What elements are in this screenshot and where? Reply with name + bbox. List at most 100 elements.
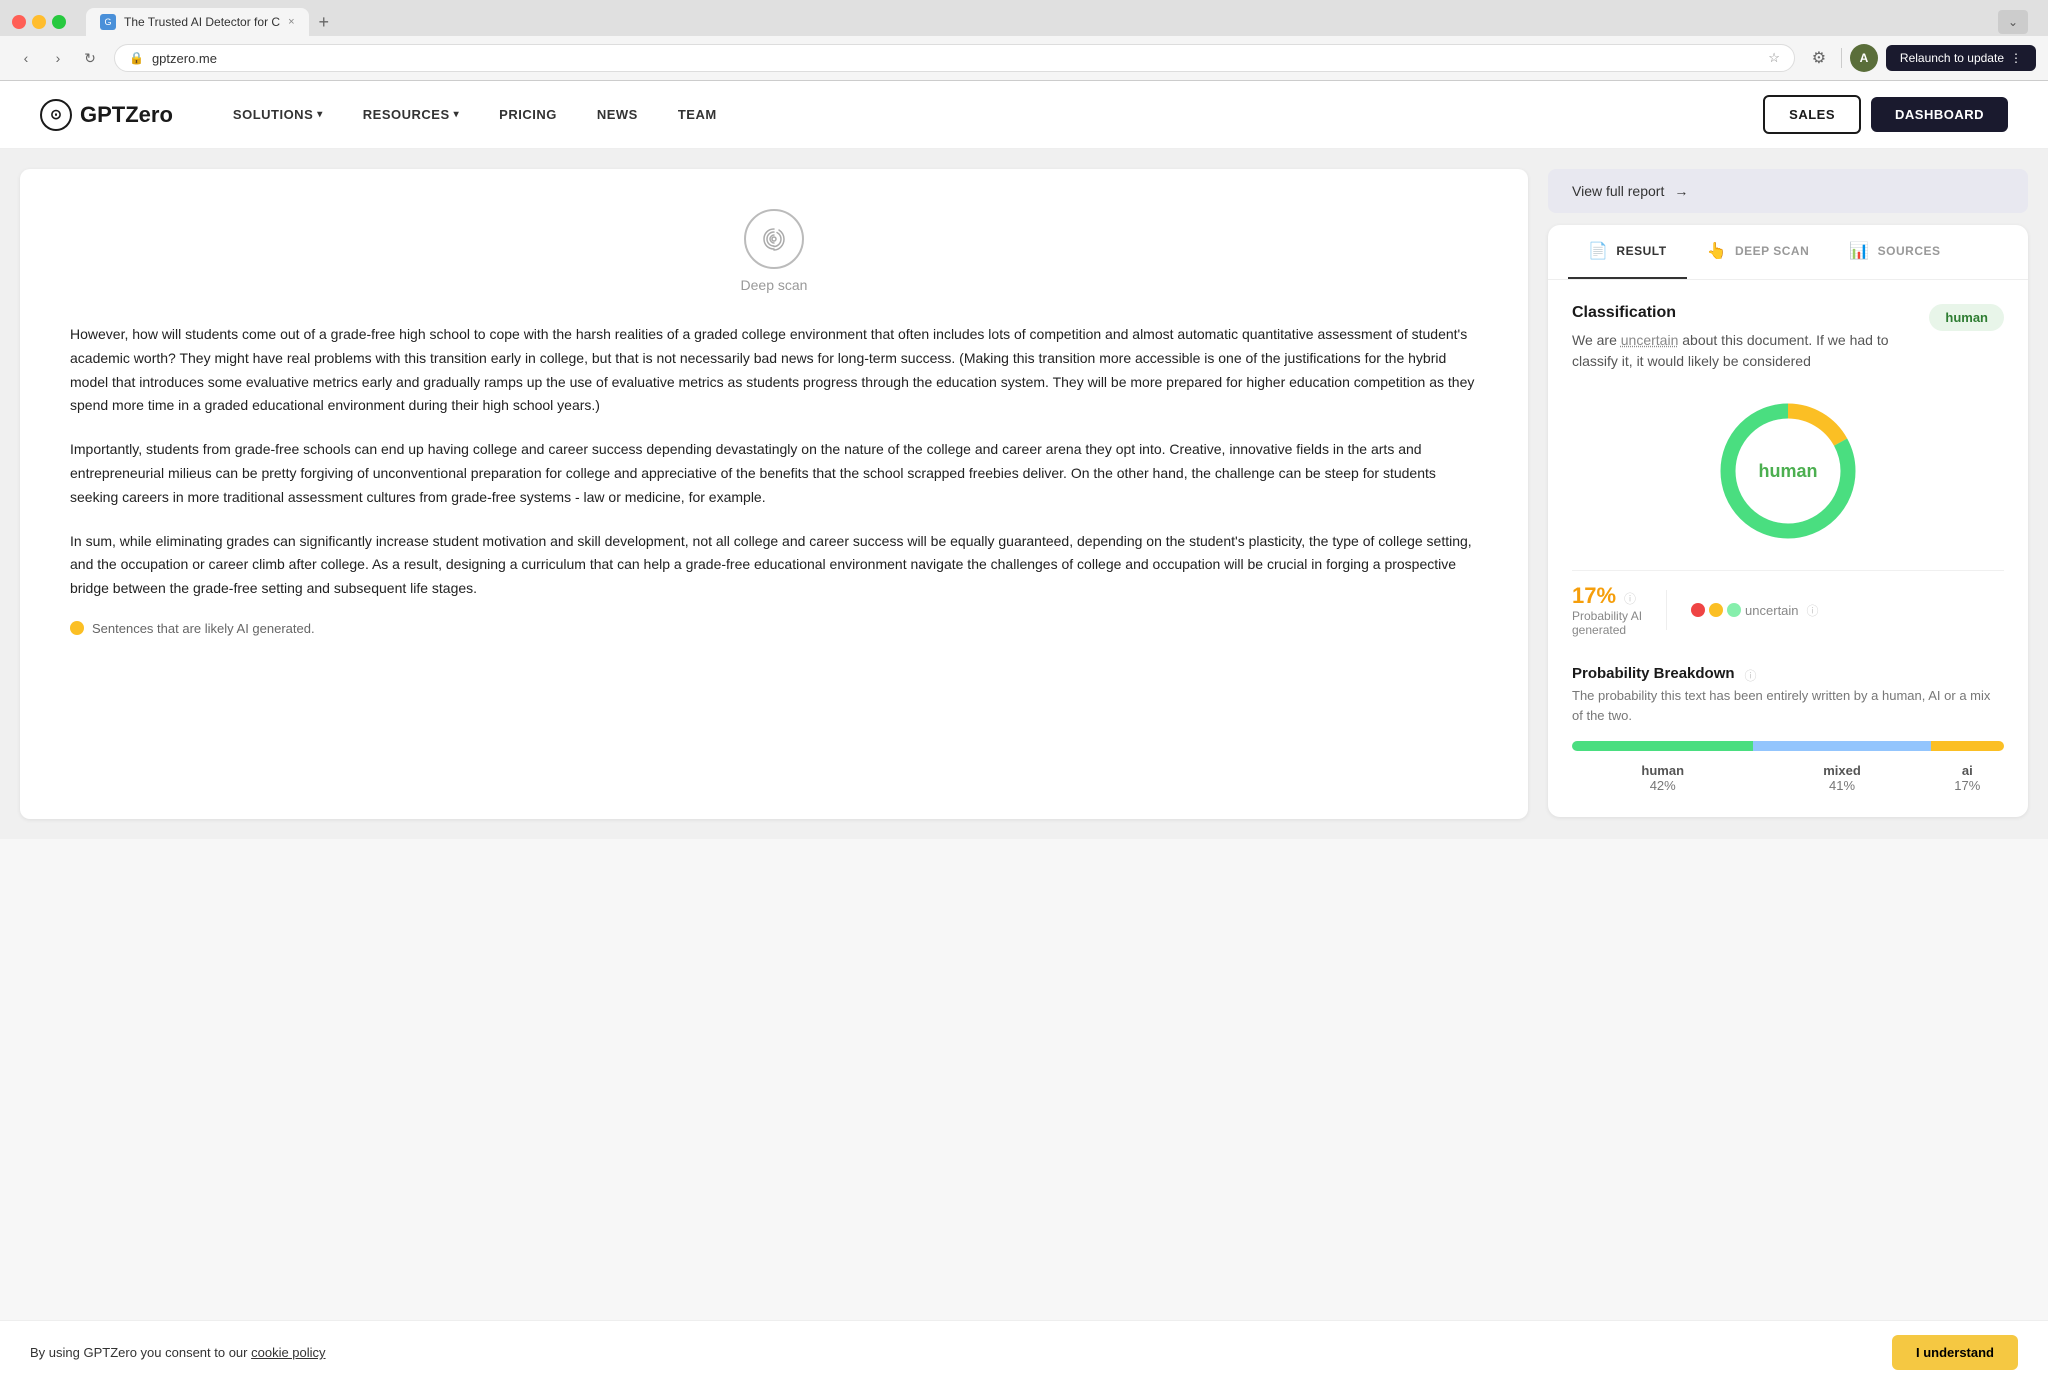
chevron-down-icon: ⌄ xyxy=(2008,15,2018,29)
result-body: human Classification We are uncertain ab… xyxy=(1548,280,2028,817)
browser-chrome: G The Trusted AI Detector for C × + ⌄ ‹ … xyxy=(0,0,2048,81)
tab-result[interactable]: 📄 RESULT xyxy=(1568,225,1687,279)
probability-bar xyxy=(1572,741,2004,751)
main-content: Deep scan However, how will students com… xyxy=(0,149,2048,839)
tab-sources[interactable]: 📊 SOURCES xyxy=(1829,225,1960,279)
mixed-label: mixed 41% xyxy=(1753,763,1930,793)
close-window-button[interactable] xyxy=(12,15,26,29)
page: ⊙ GPTZero SOLUTIONS ▾ RESOURCES ▾ PRICIN… xyxy=(0,81,2048,1365)
address-bar[interactable]: 🔒 gptzero.me ☆ xyxy=(114,44,1795,72)
site-nav: ⊙ GPTZero SOLUTIONS ▾ RESOURCES ▾ PRICIN… xyxy=(0,81,2048,149)
mixed-bar xyxy=(1753,741,1930,751)
human-label: human 42% xyxy=(1572,763,1753,793)
sales-button[interactable]: SALES xyxy=(1763,95,1861,134)
cookie-text: By using GPTZero you consent to our cook… xyxy=(30,1345,326,1360)
uncertainty-info-icon[interactable]: ⓘ xyxy=(1807,602,1819,619)
minimize-window-button[interactable] xyxy=(32,15,46,29)
stat-divider xyxy=(1666,590,1667,630)
nav-bar: ‹ › ↻ 🔒 gptzero.me ☆ ⚙ A Relaunch to upd… xyxy=(0,36,2048,80)
cookie-policy-link[interactable]: cookie policy xyxy=(251,1345,325,1360)
nav-pricing[interactable]: PRICING xyxy=(479,81,577,149)
logo-link[interactable]: ⊙ GPTZero xyxy=(40,99,173,131)
view-full-report-button[interactable]: View full report → xyxy=(1548,169,2028,213)
new-tab-button[interactable]: + xyxy=(313,12,336,33)
result-tab-label: RESULT xyxy=(1616,244,1666,258)
mixed-label-pct: 41% xyxy=(1829,778,1855,793)
browser-menu[interactable]: ⌄ xyxy=(1998,10,2028,34)
cookie-banner: By using GPTZero you consent to our cook… xyxy=(0,1320,2048,1384)
probability-breakdown: Probability Breakdown ⓘ The probability … xyxy=(1572,665,2004,793)
donut-chart: human xyxy=(1572,396,2004,546)
relaunch-label: Relaunch to update xyxy=(1900,51,2004,65)
forward-button[interactable]: › xyxy=(44,44,72,72)
ai-label-pct: 17% xyxy=(1954,778,1980,793)
logo-icon: ⊙ xyxy=(40,99,72,131)
result-card: 📄 RESULT 👆 DEEP SCAN 📊 SOURCES xyxy=(1548,225,2028,817)
back-button[interactable]: ‹ xyxy=(12,44,40,72)
cookie-accept-button[interactable]: I understand xyxy=(1892,1335,2018,1370)
deep-scan-tab-label: DEEP SCAN xyxy=(1735,244,1809,258)
tab-title: The Trusted AI Detector for C xyxy=(124,15,280,29)
tab-bar: G The Trusted AI Detector for C × + xyxy=(86,8,335,36)
extensions-icon[interactable]: ⚙ xyxy=(1805,44,1833,72)
uncertain-label: uncertain xyxy=(1745,603,1798,618)
tab-deep-scan[interactable]: 👆 DEEP SCAN xyxy=(1687,225,1830,279)
uncertainty-dots: uncertain ⓘ xyxy=(1691,602,1819,619)
nav-team[interactable]: TEAM xyxy=(658,81,737,149)
tab-favicon: G xyxy=(100,14,116,30)
yellow-dot-icon xyxy=(70,621,84,635)
nav-arrows: ‹ › ↻ xyxy=(12,44,104,72)
doc-paragraph-1: However, how will students come out of a… xyxy=(70,323,1478,418)
ai-sentence-label: Sentences that are likely AI generated. xyxy=(92,621,315,636)
mixed-label-name: mixed xyxy=(1823,763,1861,778)
fingerprint-icon xyxy=(744,209,804,269)
profile-avatar[interactable]: A xyxy=(1850,44,1878,72)
ai-bar xyxy=(1931,741,2004,751)
tab-close-button[interactable]: × xyxy=(288,16,294,28)
dashboard-button[interactable]: DASHBOARD xyxy=(1871,97,2008,132)
doc-paragraph-3: In sum, while eliminating grades can sig… xyxy=(70,530,1478,601)
nav-news[interactable]: NEWS xyxy=(577,81,658,149)
document-panel: Deep scan However, how will students com… xyxy=(20,169,1528,819)
separator xyxy=(1841,48,1842,68)
document-text: However, how will students come out of a… xyxy=(70,323,1478,601)
stats-row: 17% ⓘ Probability AI generated xyxy=(1572,570,2004,649)
deep-scan-tab-icon: 👆 xyxy=(1707,241,1727,261)
nav-items: SOLUTIONS ▾ RESOURCES ▾ PRICING NEWS TEA… xyxy=(213,81,988,149)
dot-yellow xyxy=(1709,603,1723,617)
bookmark-icon[interactable]: ☆ xyxy=(1768,50,1780,66)
prob-info-icon[interactable]: ⓘ xyxy=(1745,667,1757,684)
ai-percentage: 17% xyxy=(1572,583,1616,609)
dot-red xyxy=(1691,603,1705,617)
human-bar xyxy=(1572,741,1753,751)
arrow-icon: → xyxy=(1674,183,1688,199)
address-text: gptzero.me xyxy=(152,51,1760,66)
ai-label: ai 17% xyxy=(1931,763,2004,793)
relaunch-button[interactable]: Relaunch to update ⋮ xyxy=(1886,45,2036,71)
probability-labels: human 42% mixed 41% ai 17% xyxy=(1572,763,2004,793)
ai-probability-stat: 17% ⓘ Probability AI generated xyxy=(1572,583,1642,637)
uncertain-word: uncertain xyxy=(1621,332,1679,348)
sources-tab-label: SOURCES xyxy=(1878,244,1941,258)
window-controls xyxy=(12,15,66,29)
logo-text: GPTZero xyxy=(80,102,173,128)
resources-chevron-icon: ▾ xyxy=(454,109,460,120)
human-label-pct: 42% xyxy=(1650,778,1676,793)
human-label-name: human xyxy=(1641,763,1684,778)
lock-icon: 🔒 xyxy=(129,51,144,65)
human-badge: human xyxy=(1929,304,2004,331)
refresh-button[interactable]: ↻ xyxy=(76,44,104,72)
sources-tab-icon: 📊 xyxy=(1849,241,1869,261)
ai-sentence-note: Sentences that are likely AI generated. xyxy=(70,621,1478,636)
nav-right: ⚙ A Relaunch to update ⋮ xyxy=(1805,44,2036,72)
nav-resources[interactable]: RESOURCES ▾ xyxy=(343,81,479,149)
uncertainty-indicator: uncertain ⓘ xyxy=(1691,602,1819,619)
result-panel: View full report → 📄 RESULT 👆 DEEP SCAN … xyxy=(1548,169,2028,817)
nav-solutions[interactable]: SOLUTIONS ▾ xyxy=(213,81,343,149)
prob-breakdown-desc: The probability this text has been entir… xyxy=(1572,686,2004,725)
ai-label: Probability AI generated xyxy=(1572,609,1642,637)
donut-label: human xyxy=(1758,461,1817,482)
active-tab[interactable]: G The Trusted AI Detector for C × xyxy=(86,8,309,36)
maximize-window-button[interactable] xyxy=(52,15,66,29)
info-icon[interactable]: ⓘ xyxy=(1624,590,1636,607)
